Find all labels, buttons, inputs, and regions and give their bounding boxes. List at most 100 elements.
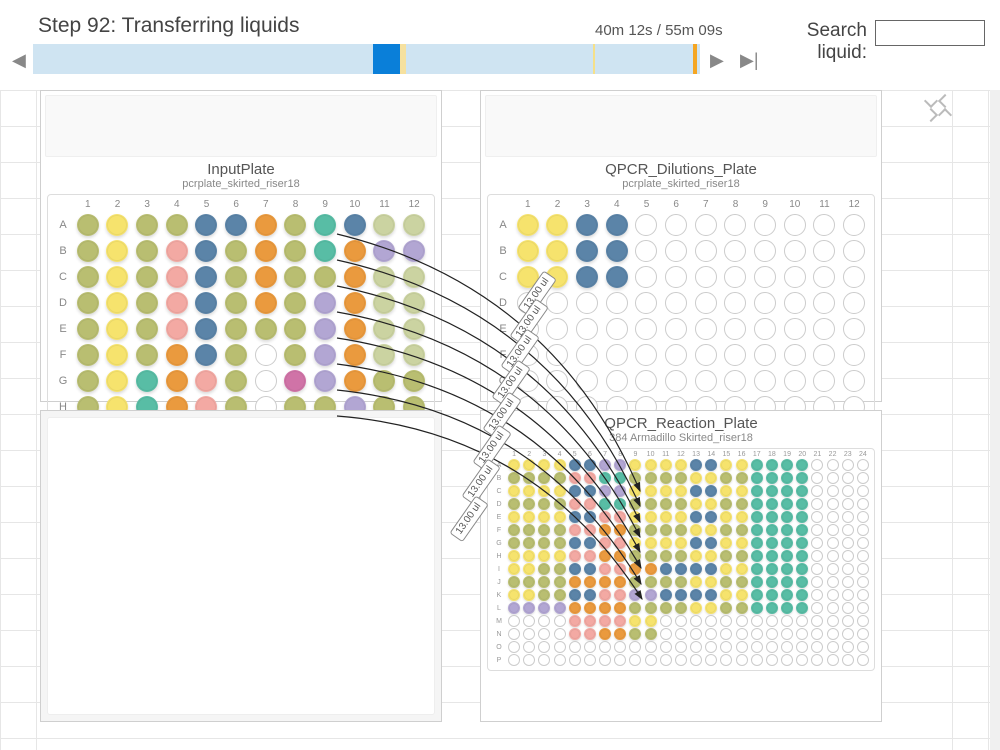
well[interactable] <box>843 266 865 288</box>
well[interactable] <box>538 498 550 510</box>
well[interactable] <box>754 214 776 236</box>
well[interactable] <box>665 292 687 314</box>
well[interactable] <box>403 266 425 288</box>
well[interactable] <box>569 485 581 497</box>
well[interactable] <box>554 628 566 640</box>
well[interactable] <box>629 498 641 510</box>
well[interactable] <box>546 214 568 236</box>
well[interactable] <box>77 266 99 288</box>
well[interactable] <box>195 214 217 236</box>
well[interactable] <box>690 537 702 549</box>
well[interactable] <box>705 628 717 640</box>
well[interactable] <box>813 240 835 262</box>
well[interactable] <box>77 240 99 262</box>
well[interactable] <box>538 485 550 497</box>
well[interactable] <box>77 214 99 236</box>
well[interactable] <box>284 214 306 236</box>
well[interactable] <box>781 537 793 549</box>
well[interactable] <box>811 524 823 536</box>
well[interactable] <box>827 602 839 614</box>
well[interactable] <box>766 459 778 471</box>
well[interactable] <box>675 563 687 575</box>
well[interactable] <box>517 240 539 262</box>
well[interactable] <box>796 602 808 614</box>
well[interactable] <box>857 641 869 653</box>
well[interactable] <box>554 641 566 653</box>
well[interactable] <box>690 654 702 666</box>
well[interactable] <box>665 266 687 288</box>
well[interactable] <box>736 589 748 601</box>
well[interactable] <box>827 485 839 497</box>
well[interactable] <box>842 511 854 523</box>
well[interactable] <box>554 576 566 588</box>
well[interactable] <box>599 511 611 523</box>
well[interactable] <box>720 576 732 588</box>
well[interactable] <box>781 524 793 536</box>
well[interactable] <box>606 318 628 340</box>
well[interactable] <box>554 511 566 523</box>
well[interactable] <box>373 266 395 288</box>
well[interactable] <box>766 615 778 627</box>
well[interactable] <box>705 498 717 510</box>
well[interactable] <box>314 344 336 366</box>
plate-grid-reaction[interactable]: 123456789101112131415161718192021222324A… <box>487 448 875 671</box>
well[interactable] <box>166 240 188 262</box>
well[interactable] <box>754 370 776 392</box>
well[interactable] <box>645 602 657 614</box>
well[interactable] <box>720 498 732 510</box>
well[interactable] <box>842 641 854 653</box>
well[interactable] <box>225 292 247 314</box>
well[interactable] <box>857 589 869 601</box>
well[interactable] <box>584 589 596 601</box>
well[interactable] <box>784 344 806 366</box>
well[interactable] <box>660 615 672 627</box>
well[interactable] <box>403 370 425 392</box>
well[interactable] <box>569 537 581 549</box>
well[interactable] <box>857 511 869 523</box>
plate-grid-dilutions[interactable]: 123456789101112ABCDEFGH <box>487 194 875 425</box>
well[interactable] <box>629 537 641 549</box>
well[interactable] <box>195 292 217 314</box>
well[interactable] <box>751 641 763 653</box>
well[interactable] <box>705 589 717 601</box>
well[interactable] <box>660 563 672 575</box>
well[interactable] <box>538 654 550 666</box>
well[interactable] <box>754 292 776 314</box>
well[interactable] <box>166 370 188 392</box>
well[interactable] <box>660 628 672 640</box>
well[interactable] <box>614 654 626 666</box>
well[interactable] <box>645 628 657 640</box>
well[interactable] <box>724 292 746 314</box>
well[interactable] <box>690 602 702 614</box>
well[interactable] <box>784 292 806 314</box>
well[interactable] <box>766 485 778 497</box>
well[interactable] <box>705 472 717 484</box>
well[interactable] <box>690 615 702 627</box>
well[interactable] <box>751 511 763 523</box>
well[interactable] <box>766 524 778 536</box>
well[interactable] <box>675 498 687 510</box>
well[interactable] <box>538 602 550 614</box>
well[interactable] <box>517 370 539 392</box>
well[interactable] <box>660 524 672 536</box>
well[interactable] <box>736 537 748 549</box>
well[interactable] <box>724 266 746 288</box>
well[interactable] <box>827 511 839 523</box>
well[interactable] <box>523 485 535 497</box>
well[interactable] <box>284 240 306 262</box>
well[interactable] <box>614 628 626 640</box>
well[interactable] <box>842 563 854 575</box>
well[interactable] <box>660 537 672 549</box>
well[interactable] <box>736 615 748 627</box>
well[interactable] <box>584 641 596 653</box>
well[interactable] <box>645 576 657 588</box>
well[interactable] <box>508 641 520 653</box>
well[interactable] <box>517 214 539 236</box>
well[interactable] <box>720 550 732 562</box>
well[interactable] <box>403 344 425 366</box>
well[interactable] <box>538 615 550 627</box>
well[interactable] <box>705 615 717 627</box>
well[interactable] <box>811 628 823 640</box>
well[interactable] <box>857 563 869 575</box>
well[interactable] <box>546 370 568 392</box>
